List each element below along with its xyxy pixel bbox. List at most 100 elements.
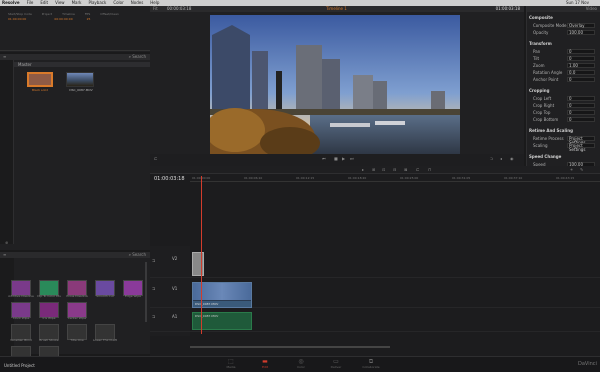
inspector-section-header[interactable]: Speed Change [529,154,561,159]
inspector-field: Composite Mode Overlay [533,23,595,28]
effect-label: Dip To Color Dis [37,294,61,298]
track-label: V2 [172,256,178,261]
field-label: Tilt [533,56,540,61]
timeline-scrollbar[interactable] [190,346,390,348]
overwrite-icon[interactable]: ⊟ [393,167,396,172]
jump-end-icon[interactable]: ⏭ [350,156,354,161]
video-tab[interactable]: Video [586,6,597,12]
field-value[interactable]: Project Settings [567,136,595,145]
effect-item[interactable]: Lower Third Left [92,324,118,344]
track-lock-icon[interactable]: ⊐ [152,258,155,263]
clip-label: DSC_0087.MOV [195,302,219,306]
track-lock-icon[interactable]: ⊐ [152,286,155,291]
field-value[interactable]: Project Settings [567,143,595,152]
jump-start-icon[interactable]: ⏮ [322,156,326,161]
pool-add-icon[interactable]: ⊕ [5,240,8,245]
inspector-section-header[interactable]: Retime And Scaling [529,128,573,133]
pool-search[interactable]: ⌕ Search [129,54,146,60]
effect-item[interactable]: Venetian Blind [8,324,34,344]
track-v2[interactable]: ⊐ V2 [150,250,600,278]
field-label: Crop Top [533,110,551,115]
ruler-tick-label: 01:00:37:10 [504,176,523,180]
page-media[interactable]: ⬚ Media [221,359,241,370]
inspector-section-header[interactable]: Composite [529,15,553,20]
viewer-zoom[interactable]: Fit [153,6,158,11]
select-tool-icon[interactable]: ▸ [362,167,364,172]
effect-item[interactable]: Brush Stroke [36,324,62,344]
clip-thumbnail [66,72,94,87]
track-lock-icon[interactable]: ⊐ [152,314,155,319]
effect-item[interactable]: Center Wipe [64,302,90,322]
val-fps: 25 [86,17,91,21]
effect-item[interactable]: Title One [64,324,90,344]
marker-icon[interactable]: ✎ [580,167,583,172]
field-label: Composite Mode [533,23,567,28]
replace-icon[interactable]: ⊏ [416,167,419,172]
ruler-tick-label: 01:00:25:00 [400,176,419,180]
inspector-section-header[interactable]: Transform [529,41,552,46]
effect-item[interactable]: Iris Wipe [36,302,62,322]
field-value[interactable]: 0 [567,117,595,122]
field-value[interactable]: 0 [567,96,595,101]
col-fps: FPS [84,12,91,16]
field-value[interactable]: 0 [567,56,595,61]
stop-icon[interactable]: ■ [334,156,338,161]
clip-name: DSC_0087.MOV [69,88,93,92]
effect-item[interactable]: Dip To Color Dis [36,280,62,300]
page-collaborate[interactable]: ⧉ Collaborate [361,359,381,370]
effect-label: Brush Stroke [39,338,59,342]
link-icon[interactable]: ⚭ [570,167,573,172]
clip-dsc0087[interactable]: DSC_0087.MOV [66,72,96,94]
timeline-ruler[interactable]: 01:00:00:0001:00:06:1001:00:12:1501:00:1… [190,174,600,182]
field-value[interactable]: Overlay [567,23,595,28]
match-frame-icon[interactable]: ◂ [500,156,502,161]
effect-item[interactable]: Cross Dissolve [64,280,90,300]
val-timeline: 00:00:00:00 [54,17,73,21]
field-label: Anchor Point [533,77,559,82]
page-edit[interactable]: ▬ Edit [255,359,275,370]
ruler-tick-label: 01:00:06:10 [244,176,263,180]
field-label: Rotation Angle [533,70,563,75]
insert-icon[interactable]: ⊠ [404,167,407,172]
field-value[interactable]: 0 [567,103,595,108]
effect-item[interactable]: Additive Dissolve [8,280,34,300]
field-value[interactable]: 0.0 [567,70,595,75]
timeline-timecode: 01:00:03:18 [154,176,185,182]
effect-item[interactable]: Clock Wipe [8,302,34,322]
col-start: Start/Stop Code [8,12,32,16]
clip-label: DSC_0087.MOV [195,314,219,318]
inspector-field: Zoom 1.00 [533,63,595,68]
field-value[interactable]: 0 [567,77,595,82]
effect-item[interactable]: Edge Wipe [120,280,146,300]
viewer-options-icon[interactable]: ⊏ [154,156,157,161]
field-value[interactable]: 0 [567,49,595,54]
effects-search[interactable]: ⌕ Search [129,252,146,258]
field-value[interactable]: 1.00 [567,63,595,68]
clip-v2-black-solid[interactable] [192,252,204,276]
clip-black-solid[interactable]: Black solid [27,72,53,94]
media-pool: ≡ ⌕ Search Master Black solid DSC_0087.M… [0,54,150,250]
loop-icon[interactable]: ⊃ [490,156,493,161]
snap-icon[interactable]: ⊓ [428,167,431,172]
effect-label: Edge Wipe [125,294,141,298]
timeline-name[interactable]: Timeline 1 [326,6,347,12]
play-icon[interactable]: ▶ [342,156,345,161]
ruler-tick-label: 01:00:18:20 [348,176,367,180]
effect-item[interactable]: Smooth Cut [92,280,118,300]
field-value[interactable]: 0 [567,110,595,115]
inspector-field: Anchor Point 0 [533,77,595,82]
viewer-canvas[interactable] [195,15,460,165]
playhead[interactable] [201,176,202,334]
page-deliver[interactable]: ▭ Deliver [326,359,346,370]
page-color[interactable]: ◎ Color [291,359,311,370]
inspector-field: Crop Right 0 [533,103,595,108]
inspector-field: Crop Left 0 [533,96,595,101]
inspector-field: Rotation Angle 0.0 [533,70,595,75]
audio-icon[interactable]: ◉ [510,156,514,161]
blade-tool-icon[interactable]: ⊡ [382,167,385,172]
brand-logo: DaVinci [578,361,597,367]
trim-tool-icon[interactable]: ⊞ [372,167,375,172]
effect-label: Smooth Cut [96,294,114,298]
field-value[interactable]: 100.00 [567,30,595,35]
inspector-section-header[interactable]: Cropping [529,88,549,93]
